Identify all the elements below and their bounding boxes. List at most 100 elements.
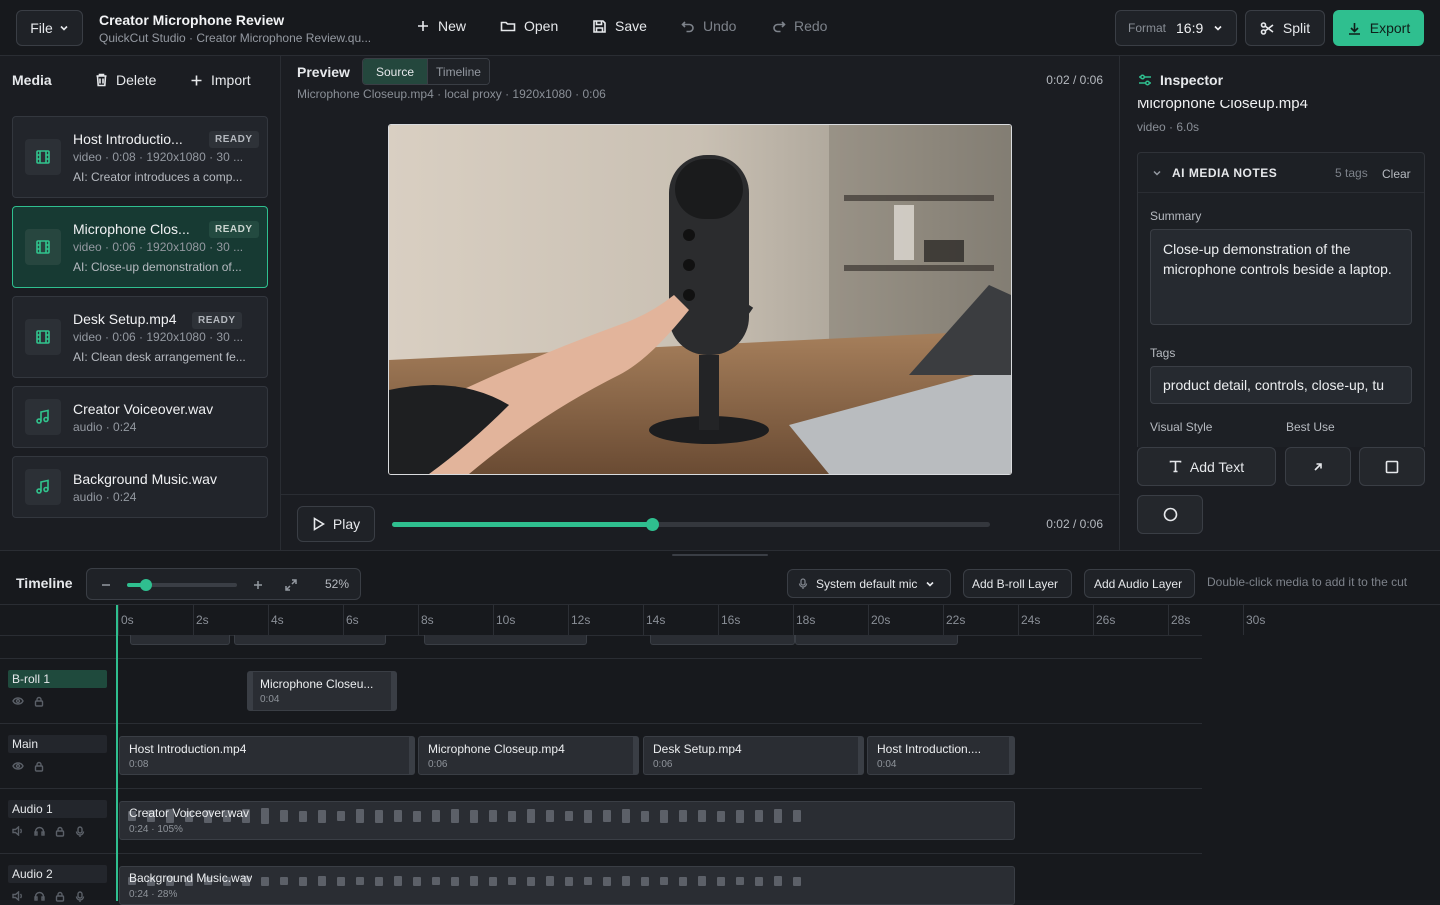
redo-button[interactable]: Redo: [772, 18, 827, 34]
eye-icon[interactable]: [12, 696, 24, 706]
main-clip[interactable]: Desk Setup.mp4 0:06: [643, 736, 864, 775]
play-button[interactable]: Play: [297, 506, 375, 542]
ruler-tick: [418, 605, 419, 635]
download-icon: [1348, 22, 1360, 35]
media-item[interactable]: Background Music.wav audio · 0:24: [12, 456, 268, 518]
new-button[interactable]: New: [416, 18, 466, 34]
media-thumbnail: [25, 139, 61, 175]
summary-textarea[interactable]: Close-up demonstration of the microphone…: [1150, 229, 1412, 325]
lock-icon[interactable]: [55, 826, 65, 837]
zoom-slider[interactable]: [127, 579, 237, 591]
main-clip[interactable]: Microphone Closeup.mp4 0:06: [418, 736, 639, 775]
audio-clip[interactable]: Background Music.wav 0:24 · 28%: [119, 866, 1015, 905]
redo-icon: [773, 21, 786, 33]
file-menu-button[interactable]: File: [16, 10, 83, 46]
clip-trim-right[interactable]: [1009, 737, 1014, 774]
waveform-bar: [261, 876, 269, 886]
waveform-bar: [660, 877, 668, 885]
inspector-toolbar: Add Text: [1120, 447, 1440, 550]
ai-notes-section: AI MEDIA NOTES 5 tags Clear Summary Clos…: [1137, 152, 1425, 452]
add-broll-layer-button[interactable]: Add B-roll Layer: [963, 569, 1072, 598]
waveform: [128, 808, 1006, 824]
media-item[interactable]: Creator Voiceover.wav audio · 0:24: [12, 386, 268, 448]
media-thumbnail: [25, 469, 61, 505]
clipped-clip[interactable]: [234, 635, 386, 645]
track-label-audio1[interactable]: Audio 1: [8, 800, 107, 818]
preview-time-top: 0:02 / 0:06: [1046, 73, 1103, 87]
clip-trim-right[interactable]: [633, 737, 638, 774]
headphones-icon[interactable]: [34, 826, 45, 836]
broll-clip[interactable]: Microphone Closeu... 0:04: [247, 671, 397, 711]
speaker-icon[interactable]: [12, 826, 24, 836]
tab-timeline[interactable]: Timeline: [427, 59, 489, 84]
playback-progress-fill: [392, 522, 652, 527]
circle-tool-button[interactable]: [1137, 495, 1203, 534]
main-clip[interactable]: Host Introduction.... 0:04: [867, 736, 1015, 775]
lock-icon[interactable]: [34, 696, 44, 707]
waveform-bar: [622, 809, 630, 823]
clip-trim-left[interactable]: [248, 672, 253, 710]
clip-trim-right[interactable]: [409, 737, 414, 774]
split-button[interactable]: Split: [1245, 10, 1325, 46]
plus-icon: [191, 75, 202, 85]
add-audio-layer-button[interactable]: Add Audio Layer: [1084, 569, 1195, 598]
file-menu-label: File: [30, 20, 53, 36]
clear-button[interactable]: Clear: [1382, 167, 1411, 181]
media-item[interactable]: Host Introductio... READY video · 0:08 ·…: [12, 116, 268, 198]
resize-handle[interactable]: [672, 554, 768, 556]
playback-handle[interactable]: [645, 518, 659, 531]
undo-button[interactable]: Undo: [681, 18, 736, 34]
tags-input[interactable]: product detail, controls, close-up, tu: [1150, 366, 1412, 404]
ai-notes-title: AI MEDIA NOTES: [1172, 166, 1278, 180]
waveform-bar: [698, 810, 706, 822]
video-frame[interactable]: [388, 124, 1012, 475]
lock-icon[interactable]: [55, 891, 65, 902]
format-select[interactable]: Format 16:9: [1115, 10, 1237, 46]
playhead[interactable]: [116, 605, 118, 901]
clip-name: Microphone Closeu...: [260, 677, 374, 691]
media-item-name: Desk Setup.mp4: [73, 311, 177, 327]
media-item[interactable]: Microphone Clos... READY video · 0:06 · …: [12, 206, 268, 288]
playback-scrubber[interactable]: [392, 518, 990, 531]
track-label-main[interactable]: Main: [8, 735, 107, 753]
rectangle-tool-button[interactable]: [1359, 447, 1425, 486]
waveform-bar: [356, 809, 364, 823]
clip-trim-right[interactable]: [391, 672, 396, 710]
clip-duration: 0:06: [428, 759, 448, 770]
export-button[interactable]: Export: [1333, 10, 1424, 46]
lock-icon[interactable]: [34, 761, 44, 772]
delete-button[interactable]: Delete: [95, 72, 156, 88]
ready-badge: READY: [192, 312, 242, 329]
audio-clip[interactable]: Creator Voiceover.wav 0:24 · 105%: [119, 801, 1015, 840]
clipped-clip[interactable]: [424, 635, 587, 645]
zoom-slider-handle[interactable]: [139, 579, 152, 591]
media-item[interactable]: Desk Setup.mp4 READY video · 0:06 · 1920…: [12, 296, 268, 378]
clipped-clip[interactable]: [650, 635, 795, 645]
ai-notes-header[interactable]: AI MEDIA NOTES 5 tags Clear: [1138, 153, 1424, 193]
clipped-clip[interactable]: [130, 635, 230, 645]
expand-icon[interactable]: [285, 579, 297, 591]
waveform-bar: [527, 876, 535, 886]
clip-trim-right[interactable]: [858, 737, 863, 774]
plus-icon[interactable]: [253, 580, 263, 590]
ready-badge: READY: [209, 131, 259, 148]
waveform-bar: [641, 810, 649, 822]
minus-icon[interactable]: [101, 580, 111, 590]
mic-icon[interactable]: [75, 826, 85, 838]
clipped-clip[interactable]: [795, 635, 958, 645]
mic-icon[interactable]: [75, 891, 85, 903]
add-text-button[interactable]: Add Text: [1137, 447, 1276, 486]
import-button[interactable]: Import: [190, 72, 251, 88]
eye-icon[interactable]: [12, 761, 24, 771]
open-button[interactable]: Open: [500, 18, 558, 34]
chevron-down-icon: [60, 25, 68, 31]
main-clip[interactable]: Host Introduction.mp4 0:08: [119, 736, 415, 775]
ruler-label: 6s: [346, 613, 359, 627]
save-button[interactable]: Save: [592, 18, 647, 34]
mic-select[interactable]: System default mic: [787, 569, 951, 598]
tab-source[interactable]: Source: [363, 59, 428, 84]
track-label-broll[interactable]: B-roll 1: [8, 670, 107, 688]
track-label-audio2[interactable]: Audio 2: [8, 865, 107, 883]
arrow-tool-button[interactable]: [1285, 447, 1351, 486]
ruler-tick: [868, 605, 869, 635]
